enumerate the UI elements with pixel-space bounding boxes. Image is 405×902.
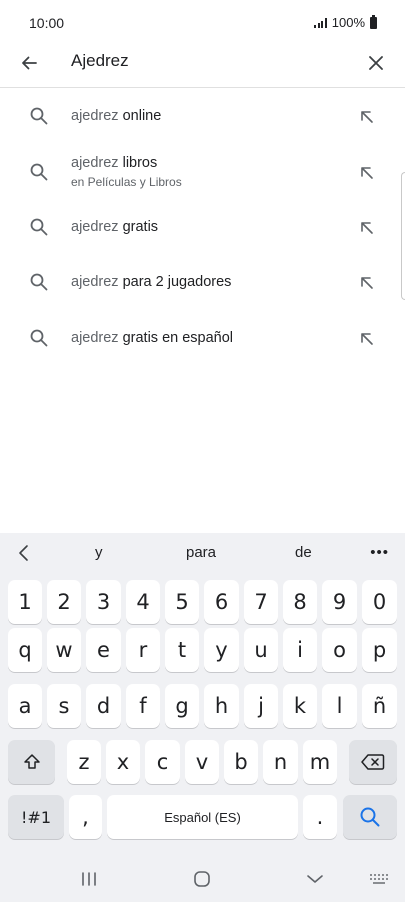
search-icon [30,107,48,125]
backspace-key[interactable] [349,740,397,784]
arrow-up-left-icon[interactable] [357,273,377,293]
home-icon [194,871,210,887]
key[interactable]: d [86,684,121,728]
key[interactable]: 7 [244,580,278,624]
search-input[interactable]: Ajedrez [71,51,129,71]
key[interactable]: w [47,628,81,672]
key[interactable]: l [322,684,357,728]
arrow-up-left-icon[interactable] [357,218,377,238]
key[interactable]: x [106,740,140,784]
key[interactable]: c [145,740,180,784]
prediction-suggestion[interactable]: de [295,544,312,561]
key[interactable]: g [165,684,199,728]
navigation-bar [0,855,405,902]
battery-percentage: 100% [331,15,365,30]
suggestion-item[interactable]: ajedrez online [0,89,405,143]
suggestion-text: ajedrez gratis [71,219,159,235]
status-time: 10:00 [29,15,65,31]
backspace-icon [361,754,385,770]
key[interactable]: z [67,740,101,784]
key[interactable]: i [283,628,317,672]
arrow-back-icon [22,56,37,70]
key[interactable]: 5 [165,580,199,624]
prediction-suggestion[interactable]: para [186,544,216,561]
keyboard-toolbar: y para de ••• [0,533,405,573]
suggestion-item[interactable]: ajedrez libros en Películas y Libros [0,144,405,198]
key[interactable]: b [224,740,258,784]
suggestion-text: ajedrez online [71,108,162,124]
key[interactable]: u [244,628,278,672]
key[interactable]: v [185,740,219,784]
search-icon [360,807,380,827]
scroll-indicator[interactable] [401,172,405,300]
key[interactable]: j [244,684,278,728]
search-icon [30,163,48,181]
shift-key[interactable] [8,740,55,784]
key[interactable]: r [126,628,160,672]
period-key[interactable]: . [303,795,337,839]
key[interactable]: 6 [204,580,239,624]
battery-icon [370,14,377,29]
search-key[interactable] [343,795,397,839]
search-icon [30,273,48,291]
key[interactable]: p [362,628,397,672]
suggestion-text: ajedrez para 2 jugadores [71,274,232,290]
key[interactable]: 9 [322,580,357,624]
key[interactable]: m [303,740,337,784]
keyboard-toggle-button[interactable] [368,867,390,891]
more-options-button[interactable]: ••• [370,544,389,561]
signal-icon [314,17,327,28]
search-icon [30,218,48,236]
key[interactable]: t [165,628,199,672]
suggestion-item[interactable]: ajedrez gratis [0,200,405,254]
key[interactable]: 2 [47,580,81,624]
key[interactable]: y [204,628,239,672]
arrow-up-left-icon[interactable] [357,163,377,183]
back-nav-button[interactable] [304,867,326,891]
close-icon [369,56,383,70]
key[interactable]: a [8,684,42,728]
space-key[interactable]: Español (ES) [107,795,298,839]
recent-apps-button[interactable] [78,867,100,891]
key[interactable]: f [126,684,160,728]
on-screen-keyboard: y para de ••• 1 2 3 4 5 6 7 8 9 0 q w e … [0,533,405,902]
search-icon [30,329,48,347]
key[interactable]: q [8,628,42,672]
symbols-key[interactable]: !#1 [8,795,64,839]
home-button[interactable] [191,867,213,891]
search-bar: Ajedrez [0,38,405,88]
back-button[interactable] [14,48,44,78]
suggestion-item[interactable]: ajedrez para 2 jugadores [0,255,405,309]
key[interactable]: 8 [283,580,317,624]
key[interactable]: 0 [362,580,397,624]
shift-icon [23,754,40,769]
suggestion-item[interactable]: ajedrez gratis en español [0,311,405,365]
status-indicators: 100% [314,14,377,30]
key[interactable]: o [322,628,357,672]
arrow-up-left-icon[interactable] [357,329,377,349]
comma-key[interactable]: , [69,795,102,839]
suggestion-text: ajedrez libros [71,155,158,171]
suggestion-text: ajedrez gratis en español [71,330,234,346]
clear-search-button[interactable] [361,48,391,78]
key[interactable]: e [86,628,121,672]
key[interactable]: 3 [86,580,121,624]
recent-apps-icon [82,872,96,886]
key[interactable]: n [263,740,298,784]
key[interactable]: h [204,684,239,728]
chevron-down-icon [307,875,323,883]
suggestion-subtitle: en Películas y Libros [71,175,182,189]
chevron-left-icon[interactable] [14,543,34,563]
key[interactable]: s [47,684,81,728]
key[interactable]: 1 [8,580,42,624]
key[interactable]: k [283,684,317,728]
arrow-up-left-icon[interactable] [357,107,377,127]
key[interactable]: 4 [126,580,160,624]
prediction-suggestion[interactable]: y [95,544,103,561]
key[interactable]: ñ [362,684,397,728]
keyboard-icon [370,874,388,884]
